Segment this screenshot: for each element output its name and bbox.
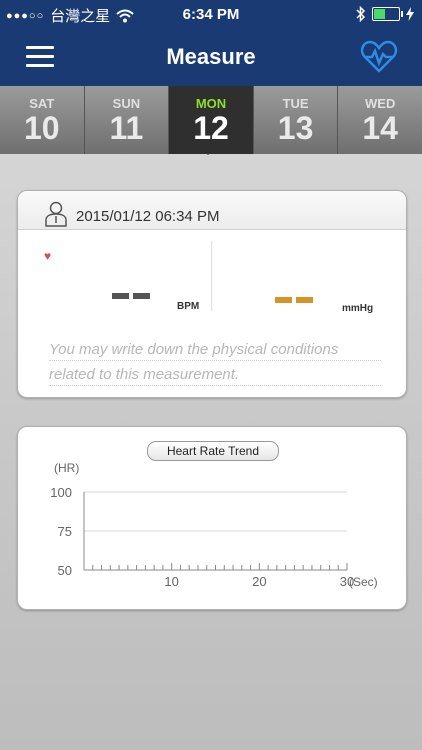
day-name: SUN <box>112 96 141 111</box>
heart-rate-trend-card: 100 75 50 10 20 30 (HR) (Sec) Heart Rate Trend <box>17 426 407 610</box>
x-tick-label: 20 <box>252 574 266 589</box>
day-sun[interactable]: SUN 11 <box>84 86 170 154</box>
pressure-value-dash <box>275 297 292 303</box>
day-mon-selected[interactable]: MON 12 <box>169 86 254 154</box>
pressure-value-dash <box>296 297 313 303</box>
status-bar: ●●●○○ 台灣之星 6:34 PM <box>0 0 422 30</box>
note-placeholder-line1: You may write down the physical conditio… <box>49 341 339 358</box>
day-number: 12 <box>193 110 229 146</box>
bpm-unit: BPM <box>177 301 200 312</box>
divider <box>211 241 212 311</box>
x-axis-label: (Sec) <box>349 575 378 589</box>
day-number: 11 <box>109 110 144 146</box>
y-axis-label: (HR) <box>54 461 79 475</box>
pressure-unit: mmHg <box>342 303 374 314</box>
note-line <box>49 385 381 386</box>
note-input[interactable]: You may write down the physical conditio… <box>49 337 381 387</box>
bluetooth-icon <box>356 6 366 22</box>
page-title: Measure <box>166 44 256 69</box>
x-tick-label: 10 <box>164 574 178 589</box>
chart-title[interactable]: Heart Rate Trend <box>147 441 279 461</box>
charging-icon <box>406 7 414 21</box>
day-name: MON <box>195 96 227 111</box>
heart-icon: ♥ <box>44 249 52 263</box>
day-number: 10 <box>24 110 60 146</box>
person-icon <box>45 201 67 227</box>
selected-day-pointer <box>198 145 218 155</box>
day-number: 13 <box>277 110 314 146</box>
day-number: 14 <box>362 110 398 146</box>
date-selector: SAT 10 SUN 11 MON 12 TUE 13 WED 14 <box>0 86 422 154</box>
y-tick-label: 75 <box>58 524 72 539</box>
day-name: TUE <box>282 96 309 111</box>
note-placeholder-line2: related to this measurement. <box>49 366 240 383</box>
day-name: WED <box>365 96 396 111</box>
measurement-timestamp: 2015/01/12 06:34 PM <box>76 208 220 225</box>
y-tick-label: 50 <box>58 563 72 578</box>
note-line <box>49 360 381 361</box>
battery-icon <box>372 7 403 21</box>
y-tick-label: 100 <box>50 485 72 500</box>
measurement-header: 2015/01/12 06:34 PM <box>18 191 406 230</box>
heart-rate-icon[interactable] <box>360 40 398 74</box>
day-name: SAT <box>29 96 55 111</box>
day-tue[interactable]: TUE 13 <box>253 86 339 154</box>
day-wed[interactable]: WED 14 <box>338 86 422 154</box>
navigation-bar: Measure <box>0 30 422 86</box>
top-bar: ●●●○○ 台灣之星 6:34 PM Measure <box>0 0 422 86</box>
day-sat[interactable]: SAT 10 <box>0 86 85 154</box>
bpm-value-dash <box>112 293 129 299</box>
measurement-card: 2015/01/12 06:34 PM ♥ BPM mmHg You may w… <box>17 190 407 398</box>
bpm-value-dash <box>133 293 150 299</box>
